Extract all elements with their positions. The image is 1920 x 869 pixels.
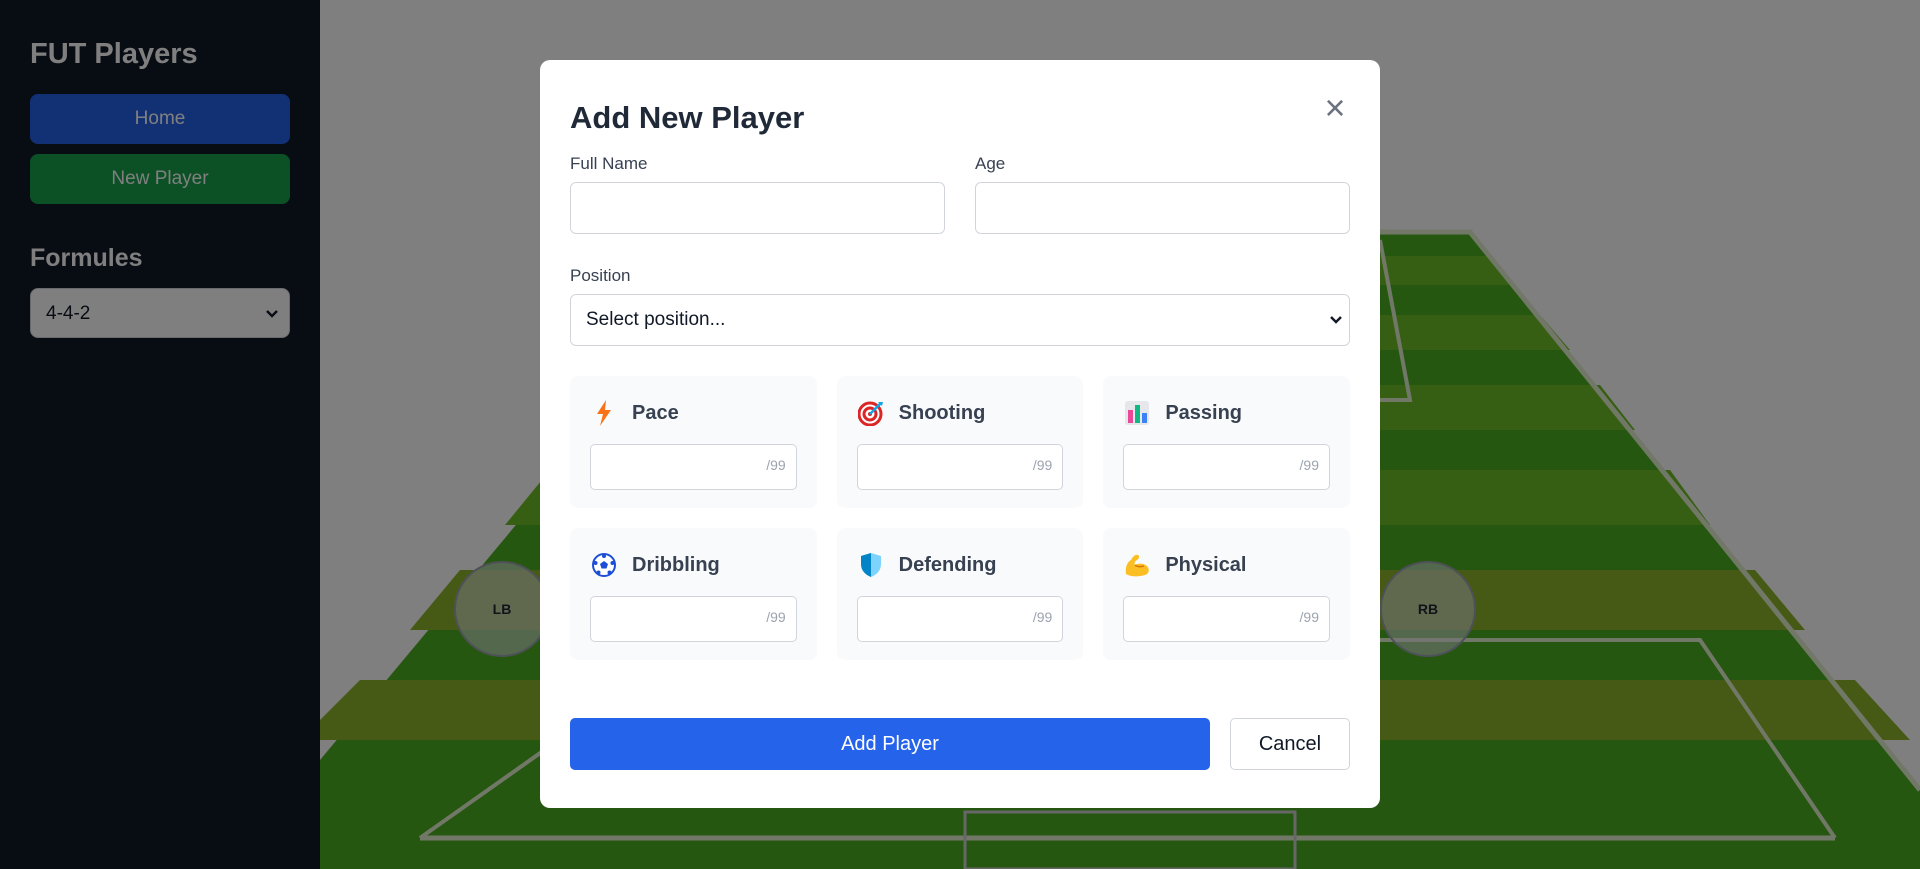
position-select[interactable]: Select position... [570,294,1350,346]
shooting-input[interactable]: /99 [856,444,1064,490]
passing-input[interactable]: /99 [1123,444,1330,490]
lightning-icon [590,399,618,427]
stat-name: Shooting [898,401,986,424]
add-player-button[interactable]: Add Player [570,718,1210,770]
position-label: Position [570,266,631,285]
position-selected-value: Select position... [586,309,726,330]
dribbling-input[interactable]: /99 [590,596,797,642]
close-icon[interactable]: × [1320,90,1350,126]
stat-max-suffix: /99 [1299,457,1319,473]
full-name-label: Full Name [570,154,648,173]
stat-max-suffix: /99 [1032,457,1053,473]
stat-max-suffix: /99 [1032,609,1053,625]
stat-name: Physical [1165,553,1247,576]
stat-card-passing: Passing /99 [1103,376,1350,508]
add-player-modal: Add New Player × Full Name Age Position … [540,60,1380,808]
stat-name: Pace [632,401,679,424]
age-input[interactable] [975,182,1350,234]
pace-input[interactable]: /99 [590,444,797,490]
stat-name: Dribbling [632,553,720,576]
stat-name: Passing [1165,401,1243,424]
stat-name: Defending [898,553,997,576]
age-field: Age [975,152,1350,234]
soccer-ball-icon [590,551,618,579]
full-name-input[interactable] [570,182,945,234]
stat-card-shooting: Shooting /99 [836,376,1084,508]
name-age-row: Full Name Age [570,152,1350,234]
cancel-button[interactable]: Cancel [1230,718,1350,770]
bar-chart-icon [1123,399,1151,427]
age-label: Age [975,154,1006,173]
stat-card-physical: Physical /99 [1103,528,1350,660]
modal-actions: Add Player Cancel [570,718,1350,770]
chevron-down-icon [1329,295,1343,345]
flexed-bicep-icon [1123,551,1151,579]
stats-grid: Pace /99 Shooting /99 Passing /99 Dribbl… [570,376,1350,660]
stat-card-defending: Defending /99 [836,528,1084,660]
stat-card-dribbling: Dribbling /99 [570,528,817,660]
shield-icon [857,551,885,579]
stat-max-suffix: /99 [766,457,786,473]
target-icon [857,399,885,427]
defending-input[interactable]: /99 [856,596,1064,642]
modal-title: Add New Player [570,100,805,135]
full-name-field: Full Name [570,152,945,234]
stat-max-suffix: /99 [1299,609,1319,625]
physical-input[interactable]: /99 [1123,596,1330,642]
stat-max-suffix: /99 [766,609,786,625]
stat-card-pace: Pace /99 [570,376,817,508]
